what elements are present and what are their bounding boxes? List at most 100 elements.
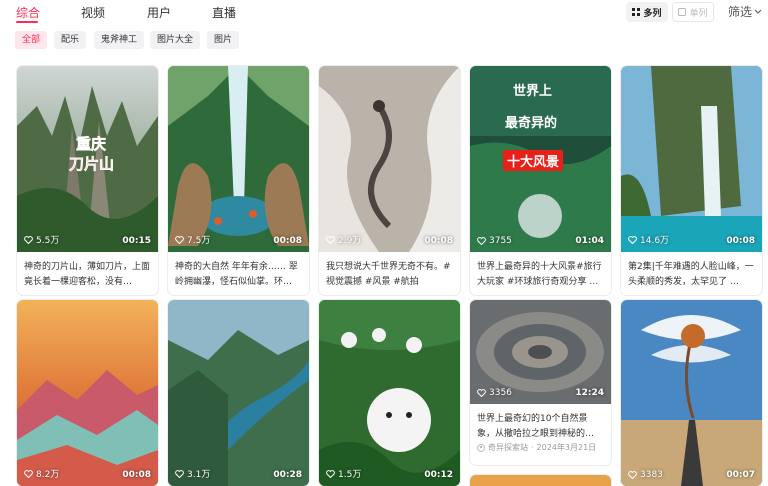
likes-value: 8.2万: [36, 470, 60, 480]
thumbnail-title-line1: 世界上: [513, 84, 553, 99]
video-thumbnail: 2.9万 00:08: [319, 66, 460, 252]
grid-icon: [632, 8, 641, 16]
grid-view-button[interactable]: 多列: [626, 2, 668, 22]
grid-view-label: 多列: [643, 8, 662, 19]
likes-value: 5.5万: [36, 236, 60, 246]
search-tabs: 综合 视频 用户 直播 多列 单列 筛选: [0, 0, 768, 24]
chip-image[interactable]: 图片: [207, 31, 240, 49]
likes-value: 3.1万: [187, 470, 211, 480]
likes-value: 3755: [489, 236, 512, 246]
video-thumbnail: [470, 475, 611, 486]
video-card[interactable]: 3356 12:24 世界上最奇幻的10个自然景象，从撒哈拉之眼到神秘的… 奇异…: [470, 300, 611, 465]
video-description: 世界上最奇幻的10个自然景象，从撒哈拉之眼到神秘的…: [477, 414, 595, 439]
filter-label: 筛选: [728, 5, 753, 19]
video-card[interactable]: 2.9万 00:08 我只想说大千世界无奇不有。#视觉震撼 #风景 #航拍: [319, 66, 460, 295]
active-tab-indicator: [16, 21, 38, 23]
likes-value: 7.5万: [187, 236, 211, 246]
single-column-icon: [678, 8, 687, 16]
heart-icon: [628, 471, 637, 479]
author-icon: [477, 443, 485, 452]
heart-icon: [24, 469, 33, 478]
thumbnail-title-line3: 十大风景: [503, 150, 564, 171]
video-thumbnail: 1.5万 00:12: [319, 300, 460, 486]
likes-count: 8.2万: [24, 467, 59, 480]
heart-icon: [24, 235, 33, 244]
meta-separator: ·: [531, 443, 534, 452]
likes-value: 3383: [640, 470, 663, 480]
likes-count: 3356: [477, 388, 512, 398]
likes-value: 3356: [489, 388, 512, 398]
video-duration: 12:24: [575, 388, 604, 398]
video-meta: 奇异探索站 · 2024年3月21日: [470, 440, 611, 455]
heart-icon: [326, 469, 335, 478]
heart-icon: [477, 237, 486, 245]
likes-count: 3755: [477, 236, 512, 246]
filter-button[interactable]: 筛选: [728, 3, 762, 20]
likes-count: 3.1万: [175, 467, 210, 480]
likes-count: 7.5万: [175, 233, 210, 246]
video-thumbnail: 8.2万 00:08: [17, 300, 158, 486]
video-duration: 00:08: [424, 236, 453, 246]
video-duration: 00:28: [273, 470, 302, 480]
single-view-button[interactable]: 单列: [672, 2, 714, 22]
video-card[interactable]: 世界上 最奇异的 十大风景 3755 01:04 世界上最奇异的十大风景#旅行大…: [470, 66, 611, 295]
thumbnail-title-line2: 最奇异的: [505, 116, 558, 131]
video-duration: 00:08: [122, 470, 151, 480]
video-duration: 01:04: [575, 236, 604, 246]
likes-count: 14.6万: [628, 233, 669, 246]
chip-uncanny[interactable]: 鬼斧神工: [94, 31, 145, 49]
video-card[interactable]: 14.6万 00:08 第2集|千年难遇的人脸山峰，一头柔顺的秀发，太罕见了 …: [621, 66, 762, 295]
heart-icon: [175, 235, 184, 244]
video-duration: 00:12: [424, 470, 453, 480]
view-switch: 多列 单列: [626, 2, 714, 22]
video-card[interactable]: 重庆 刀片山 5.5万 00:15 神奇的刀片山，薄如刀片，上面竟长着一棵迎客松，…: [17, 66, 158, 295]
chevron-down-icon: [754, 9, 762, 14]
tab-general[interactable]: 综合: [16, 4, 40, 21]
video-card[interactable]: 3.1万 00:28: [168, 300, 309, 486]
video-description: 世界上最奇异的十大风景#旅行大玩家 #环球旅行奇观分享 …: [477, 262, 602, 287]
chip-image-collection[interactable]: 图片大全: [150, 31, 201, 49]
likes-count: 1.5万: [326, 467, 361, 480]
publish-date: 2024年3月21日: [536, 443, 597, 452]
tab-video[interactable]: 视频: [81, 4, 105, 21]
video-card[interactable]: [470, 475, 611, 486]
video-description: 神奇的刀片山，薄如刀片，上面竟长着一棵迎客松，没有…: [24, 262, 151, 287]
likes-count: 5.5万: [24, 233, 59, 246]
likes-value: 1.5万: [338, 470, 362, 480]
thumbnail-overlay-text: 重庆 刀片山: [69, 134, 117, 174]
author-name[interactable]: 奇异探索站: [488, 442, 528, 453]
video-description: 第2集|千年难遇的人脸山峰，一头柔顺的秀发，太罕见了 …: [628, 262, 754, 287]
video-card[interactable]: 1.5万 00:12: [319, 300, 460, 486]
likes-value: 2.9万: [338, 236, 362, 246]
video-thumbnail: 14.6万 00:08: [621, 66, 762, 252]
tab-user[interactable]: 用户: [147, 4, 171, 21]
chip-music[interactable]: 配乐: [54, 31, 87, 49]
chip-all[interactable]: 全部: [15, 31, 48, 49]
tab-live[interactable]: 直播: [212, 4, 236, 21]
video-duration: 00:08: [726, 236, 755, 246]
video-thumbnail: 世界上 最奇异的 十大风景 3755 01:04: [470, 66, 611, 252]
video-thumbnail: 重庆 刀片山 5.5万 00:15: [17, 66, 158, 252]
heart-icon: [175, 469, 184, 478]
video-thumbnail: 3383 00:07: [621, 300, 762, 486]
overlay-line: 重庆: [76, 135, 107, 154]
video-thumbnail: 7.5万 00:08: [168, 66, 309, 252]
heart-icon: [628, 235, 637, 244]
single-view-label: 单列: [689, 8, 708, 19]
heart-icon: [326, 235, 335, 244]
heart-icon: [477, 389, 486, 397]
video-description: 我只想说大千世界无奇不有。#视觉震撼 #风景 #航拍: [326, 262, 451, 287]
video-card[interactable]: 3383 00:07: [621, 300, 762, 486]
likes-count: 2.9万: [326, 233, 361, 246]
video-card[interactable]: 8.2万 00:08: [17, 300, 158, 486]
video-duration: 00:08: [273, 236, 302, 246]
video-description: 神奇的大自然 年年有余…… 翠岭拥幽瀑，怪石似仙掌。环…: [175, 262, 298, 287]
video-thumbnail: 3.1万 00:28: [168, 300, 309, 486]
video-thumbnail: 3356 12:24: [470, 300, 611, 404]
video-duration: 00:15: [122, 236, 151, 246]
likes-value: 14.6万: [640, 236, 670, 246]
video-duration: 00:07: [726, 470, 755, 480]
overlay-line: 刀片山: [69, 155, 115, 174]
likes-count: 3383: [628, 470, 663, 480]
video-card[interactable]: 7.5万 00:08 神奇的大自然 年年有余…… 翠岭拥幽瀑，怪石似仙掌。环…: [168, 66, 309, 295]
